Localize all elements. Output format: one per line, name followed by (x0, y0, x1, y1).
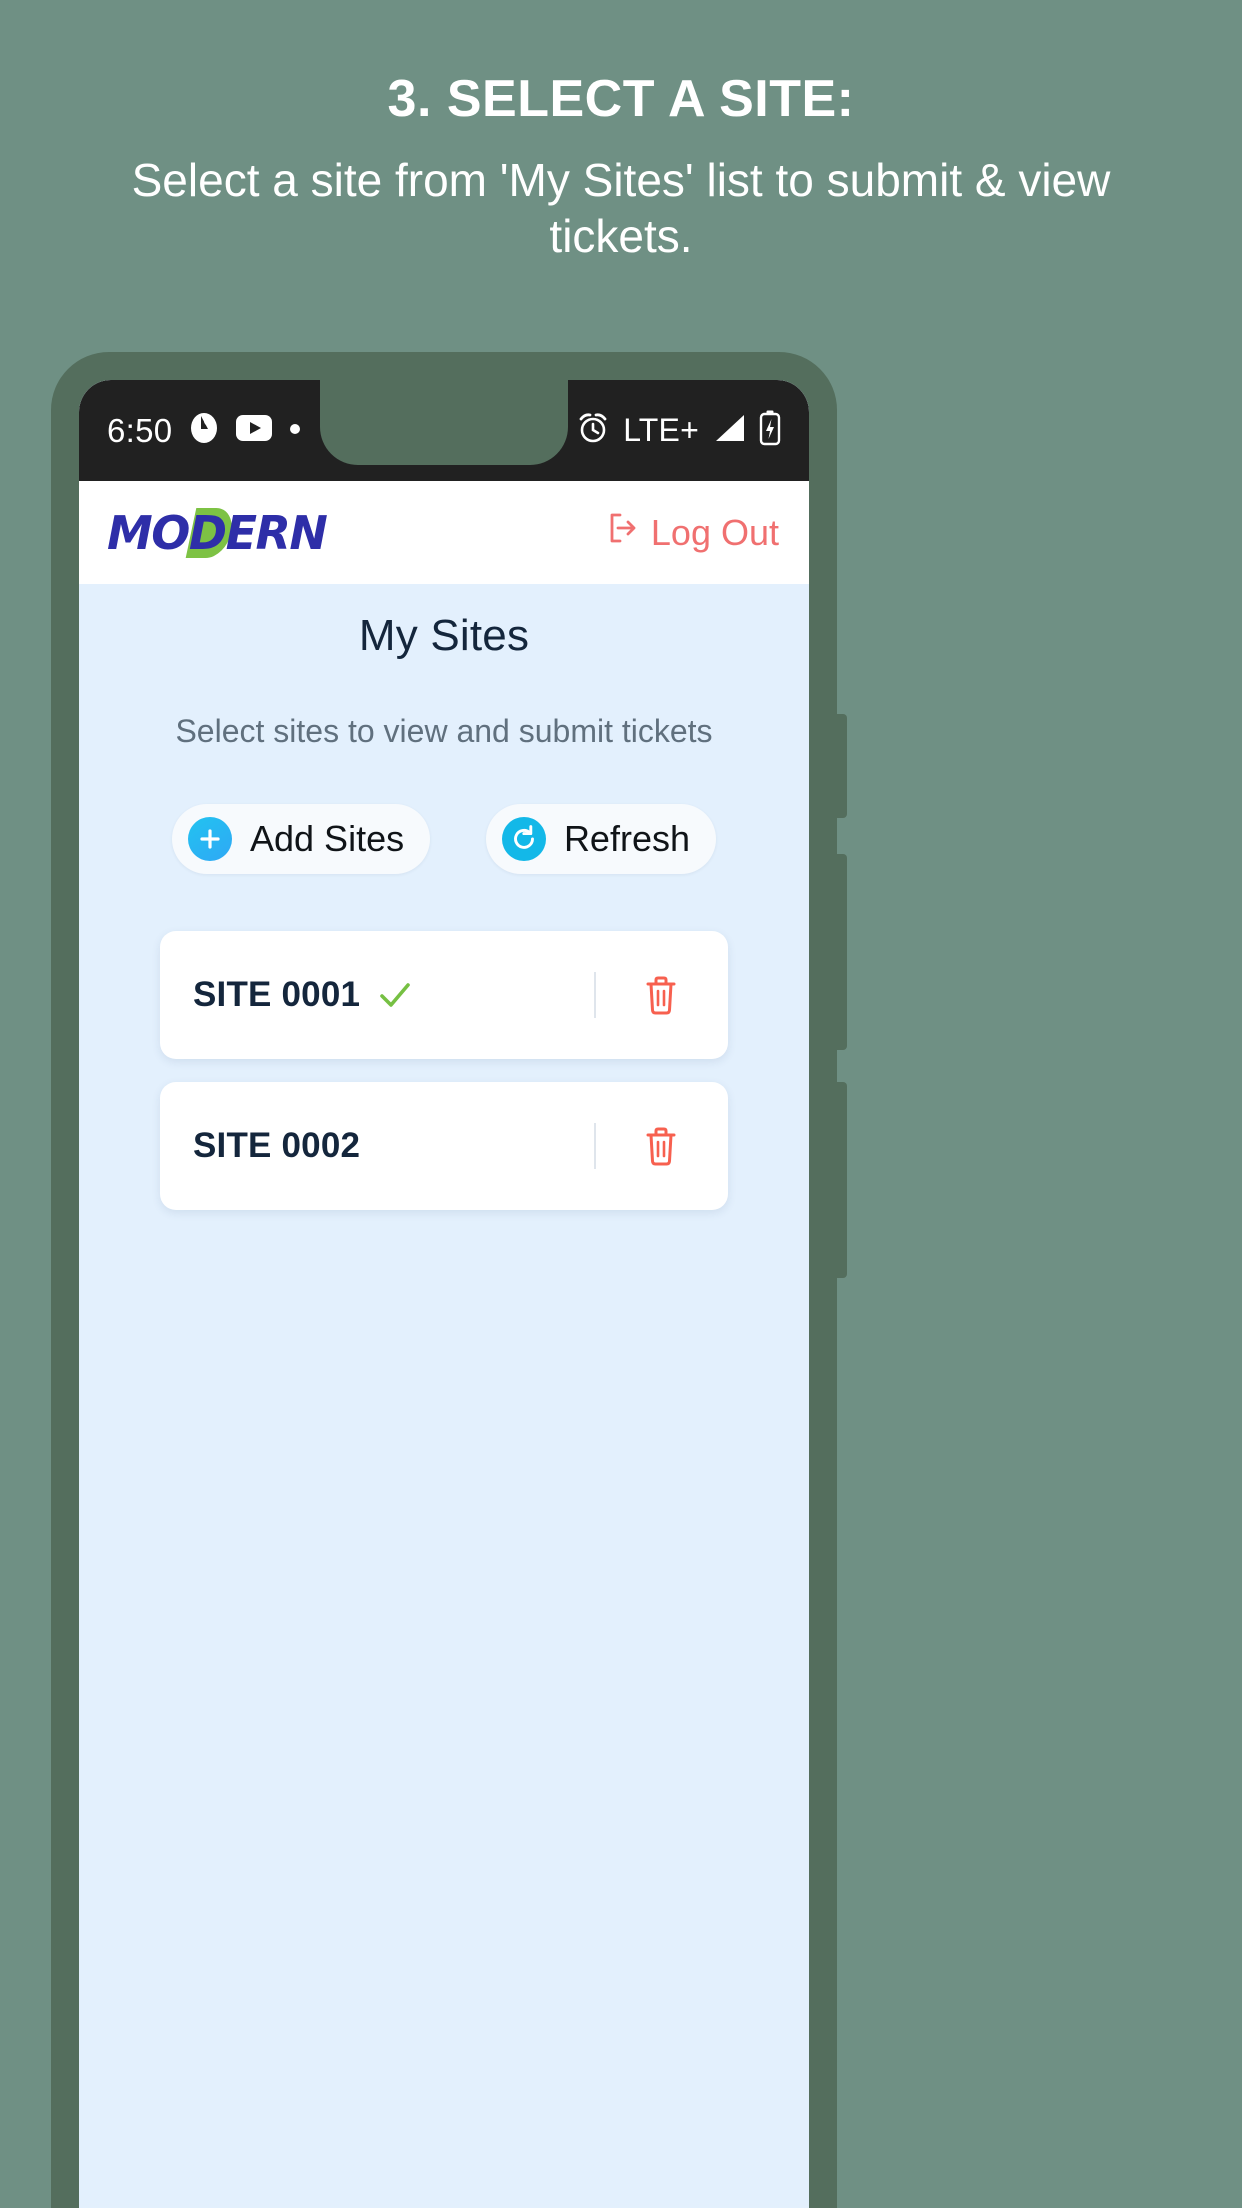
device-button-volume-down[interactable] (837, 1082, 847, 1278)
refresh-button[interactable]: Refresh (485, 804, 716, 874)
table-row[interactable]: SITE 0001 (160, 931, 728, 1059)
ana-app-icon (189, 412, 219, 449)
modern-logo: MODERN (107, 505, 328, 561)
selected-check-icon (376, 976, 414, 1014)
table-row[interactable]: SITE 0002 (160, 1082, 728, 1210)
battery-charging-icon (759, 410, 781, 451)
refresh-label: Refresh (563, 818, 690, 859)
divider (594, 972, 596, 1018)
dot-indicator-icon (289, 422, 301, 440)
page-subtitle: Select sites to view and submit tickets (175, 713, 713, 749)
promo-block: 3. SELECT A SITE: Select a site from 'My… (0, 0, 1242, 264)
divider (594, 1123, 596, 1169)
display-notch (320, 380, 568, 465)
logo-text: MODERN (107, 505, 328, 560)
refresh-icon (501, 817, 546, 861)
logout-label: Log Out (650, 511, 779, 553)
add-sites-button[interactable]: Add Sites (172, 804, 431, 874)
site-name: SITE 0002 (193, 1126, 361, 1165)
device-button-mute[interactable] (837, 714, 847, 818)
logout-button[interactable]: Log Out (605, 510, 779, 555)
device-button-volume-up[interactable] (837, 854, 847, 1050)
promo-title: 3. SELECT A SITE: (387, 70, 855, 128)
network-type-label: LTE+ (623, 412, 699, 448)
page-title: My Sites (358, 611, 530, 660)
site-list: SITE 0001 SITE 0002 (79, 874, 809, 1210)
phone-device: 6:50 LTE+ MODERN Log Out My Sites Select… (51, 352, 847, 2208)
delete-site-button[interactable] (642, 974, 728, 1016)
alarm-icon (576, 411, 610, 450)
add-sites-label: Add Sites (250, 818, 405, 859)
site-name: SITE 0001 (193, 975, 361, 1014)
status-bar: 6:50 LTE+ (79, 380, 809, 481)
action-bar: Add Sites Refresh (79, 750, 809, 874)
youtube-icon (236, 415, 273, 446)
promo-subtitle: Select a site from 'My Sites' list to su… (131, 153, 1111, 262)
signal-icon (712, 413, 746, 448)
status-time: 6:50 (107, 411, 173, 449)
phone-screen: 6:50 LTE+ MODERN Log Out My Sites Select… (79, 380, 809, 2208)
logout-icon (605, 510, 641, 555)
plus-icon (188, 817, 232, 861)
app-header: MODERN Log Out (79, 481, 809, 584)
delete-site-button[interactable] (642, 1125, 728, 1167)
